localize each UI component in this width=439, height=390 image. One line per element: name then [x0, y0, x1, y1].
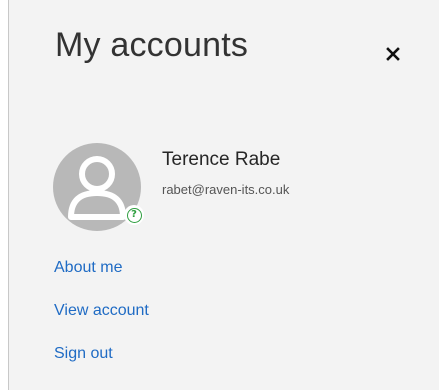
- account-email: rabet@raven-its.co.uk: [162, 182, 290, 197]
- account-name: Terence Rabe: [162, 149, 281, 170]
- avatar[interactable]: ?: [53, 143, 144, 231]
- view-account-link[interactable]: View account: [54, 302, 149, 320]
- sign-out-link[interactable]: Sign out: [54, 345, 113, 363]
- accounts-panel: My accounts ? Terence Rabe rabet@raven-i…: [8, 0, 439, 390]
- presence-status-badge: ?: [124, 205, 144, 225]
- close-icon: [386, 46, 400, 66]
- panel-title: My accounts: [55, 26, 249, 64]
- about-me-link[interactable]: About me: [54, 259, 122, 277]
- presence-unknown-icon: ?: [126, 207, 142, 223]
- close-button[interactable]: [381, 44, 405, 68]
